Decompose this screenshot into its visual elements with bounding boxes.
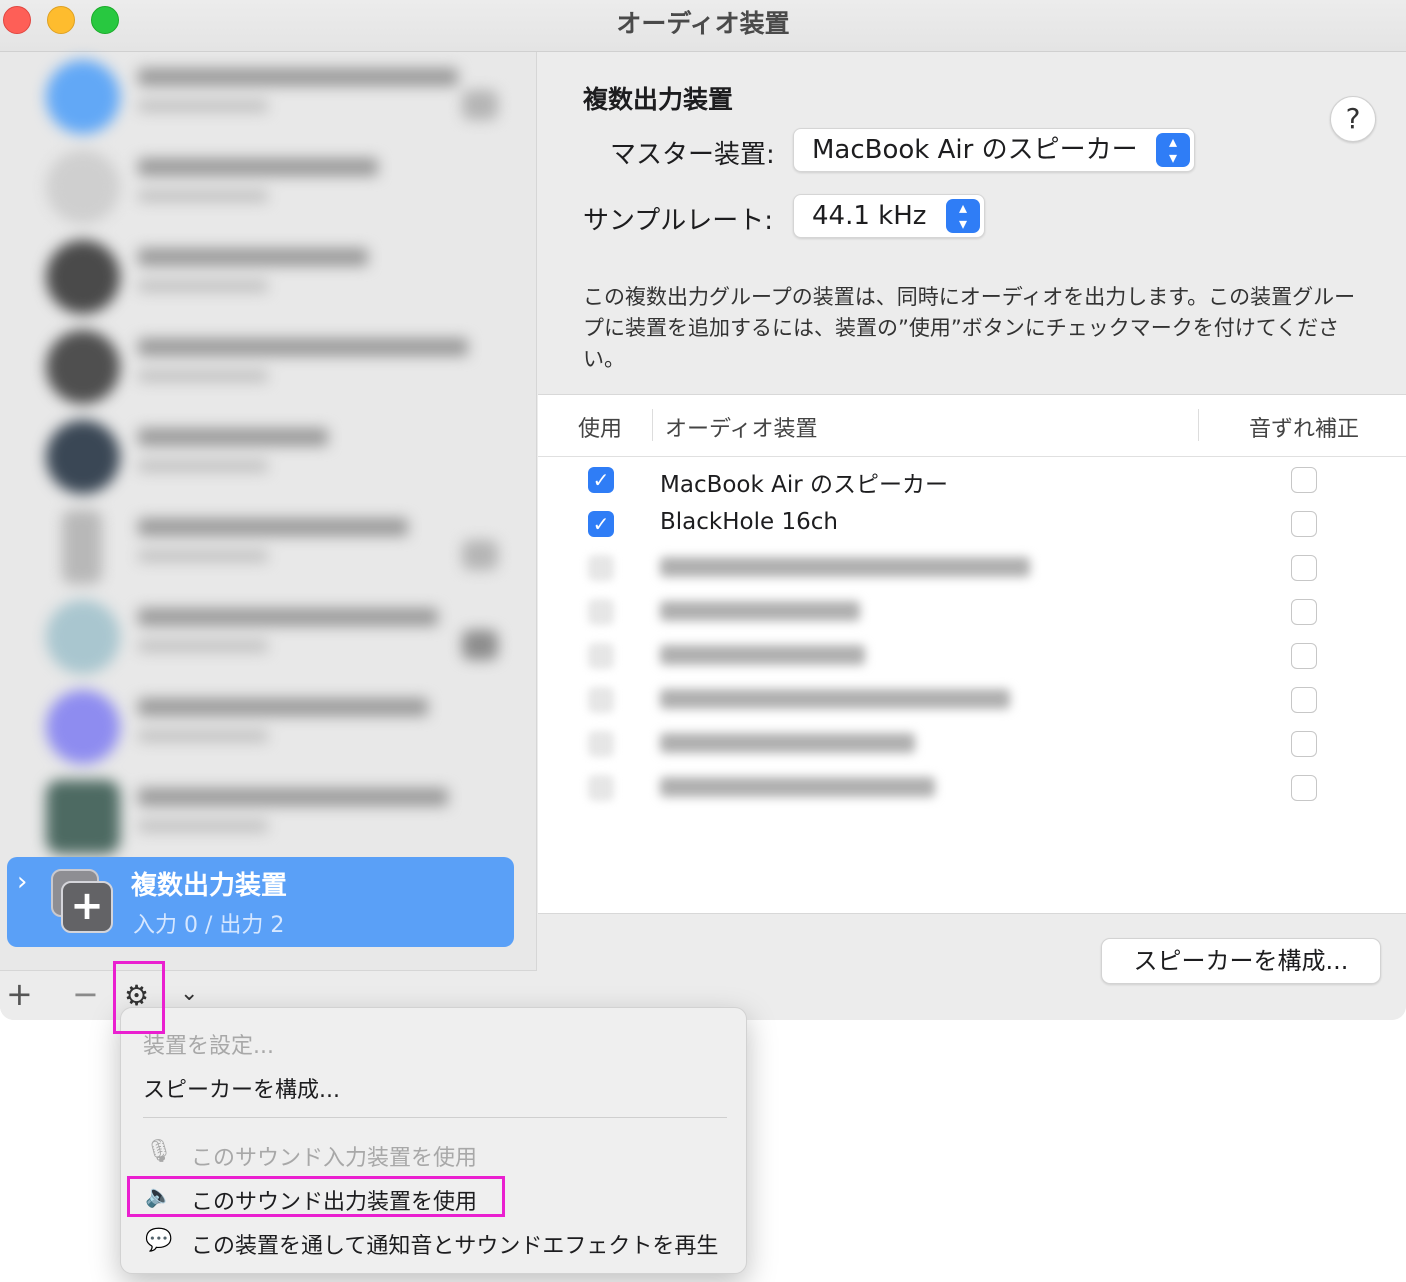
device-list-item[interactable] — [0, 234, 537, 324]
minus-icon[interactable]: − — [72, 975, 99, 1013]
column-header-drift[interactable]: 音ずれ補正 — [1249, 411, 1359, 443]
master-device-label: マスター装置: — [610, 140, 775, 170]
drift-correction-checkbox[interactable] — [1291, 775, 1317, 801]
device-list-item[interactable] — [0, 684, 537, 774]
table-row — [538, 721, 1406, 765]
plus-icon[interactable]: + — [6, 975, 33, 1013]
device-icon — [46, 690, 120, 764]
menu-item-play-alerts[interactable]: この装置を通して通知音とサウンドエフェクトを再生 — [191, 1228, 718, 1260]
chevron-down-icon[interactable]: ⌄ — [180, 981, 198, 1006]
table-row — [538, 633, 1406, 677]
menu-item-use-input[interactable]: このサウンド入力装置を使用 — [191, 1140, 477, 1172]
table-row — [538, 545, 1406, 589]
column-header-device[interactable]: オーディオ装置 — [665, 411, 817, 443]
device-list-item[interactable] — [0, 774, 537, 864]
device-icon — [62, 510, 102, 584]
device-icon — [46, 150, 120, 224]
detail-pane: 複数出力装置 ? マスター装置: MacBook Air のスピーカー ▴ ▾ サ… — [538, 52, 1406, 1020]
master-device-select[interactable]: MacBook Air のスピーカー ▴ ▾ — [793, 128, 1195, 172]
device-icon — [46, 60, 120, 134]
sample-rate-select[interactable]: 44.1 kHz ▴ ▾ — [793, 194, 985, 238]
updown-arrows-icon: ▴ ▾ — [946, 199, 980, 233]
screen: オーディオ装置 › + 複数出力装置 入力 0 / 出力 2 + − ⚙ ⌄ 複… — [0, 0, 1406, 1282]
device-icon — [46, 240, 120, 314]
updown-arrows-icon: ▴ ▾ — [1156, 133, 1190, 167]
device-table: 使用 オーディオ装置 音ずれ補正 ✓ MacBook Air のスピーカー ✓ … — [538, 394, 1406, 914]
multi-output-device-icon: + — [51, 869, 115, 935]
sample-rate-value: 44.1 kHz — [812, 201, 927, 231]
window-title: オーディオ装置 — [616, 9, 790, 38]
audio-devices-window: オーディオ装置 › + 複数出力装置 入力 0 / 出力 2 + − ⚙ ⌄ 複… — [0, 0, 1406, 1020]
device-name: MacBook Air のスピーカー — [660, 472, 949, 498]
table-row: ✓ MacBook Air のスピーカー — [538, 457, 1406, 501]
blurred-device-list — [0, 52, 537, 854]
device-list-item[interactable] — [0, 504, 537, 594]
gear-highlight-box — [113, 961, 165, 1034]
table-header: 使用 オーディオ装置 音ずれ補正 — [538, 395, 1406, 457]
help-button[interactable]: ? — [1330, 96, 1376, 142]
page-title: 複数出力装置 — [583, 85, 734, 114]
column-header-use[interactable]: 使用 — [578, 411, 622, 443]
title-bar: オーディオ装置 — [0, 0, 1406, 52]
drift-correction-checkbox[interactable] — [1291, 731, 1317, 757]
alert-bubble-icon: 💬 — [145, 1228, 173, 1253]
device-icon — [46, 600, 120, 674]
device-icon — [46, 780, 120, 854]
device-icon — [46, 330, 120, 404]
device-sidebar: › + 複数出力装置 入力 0 / 出力 2 + − ⚙ ⌄ — [0, 52, 537, 1020]
chevron-right-icon[interactable]: › — [17, 867, 27, 897]
sample-rate-label: サンプルレート: — [583, 206, 773, 236]
device-list-item[interactable] — [0, 324, 537, 414]
table-row: ✓ BlackHole 16ch — [538, 501, 1406, 545]
drift-correction-checkbox[interactable] — [1291, 599, 1317, 625]
device-name: 複数出力装置 — [131, 871, 288, 901]
configure-speakers-button[interactable]: スピーカーを構成... — [1101, 938, 1381, 984]
table-row — [538, 677, 1406, 721]
drift-correction-checkbox[interactable] — [1291, 467, 1317, 493]
table-row — [538, 589, 1406, 633]
device-list-item[interactable] — [0, 414, 537, 504]
group-description: この複数出力グループの装置は、同時にオーディオを出力します。この装置グループに装… — [583, 285, 1356, 371]
drift-correction-checkbox[interactable] — [1291, 643, 1317, 669]
action-menu: 装置を設定... スピーカーを構成... 🎙 このサウンド入力装置を使用 🔈 こ… — [120, 1007, 747, 1274]
master-device-value: MacBook Air のスピーカー — [812, 135, 1138, 165]
device-list-item[interactable] — [0, 594, 537, 684]
device-io-count: 入力 0 / 出力 2 — [133, 913, 285, 938]
drift-correction-checkbox[interactable] — [1291, 687, 1317, 713]
use-checkbox[interactable]: ✓ — [588, 467, 614, 493]
device-list-item[interactable] — [0, 144, 537, 234]
sidebar-item-multi-output[interactable]: › + 複数出力装置 入力 0 / 出力 2 — [7, 857, 514, 947]
microphone-icon: 🎙 — [145, 1139, 173, 1164]
drift-correction-checkbox[interactable] — [1291, 511, 1317, 537]
device-name: BlackHole 16ch — [660, 509, 838, 535]
table-row — [538, 765, 1406, 809]
use-checkbox[interactable]: ✓ — [588, 511, 614, 537]
drift-correction-checkbox[interactable] — [1291, 555, 1317, 581]
menu-separator — [143, 1117, 727, 1118]
output-item-highlight-box — [127, 1176, 505, 1217]
menu-item-configure-speakers[interactable]: スピーカーを構成... — [143, 1072, 340, 1104]
device-list-item[interactable] — [0, 54, 537, 144]
device-icon — [46, 420, 120, 494]
